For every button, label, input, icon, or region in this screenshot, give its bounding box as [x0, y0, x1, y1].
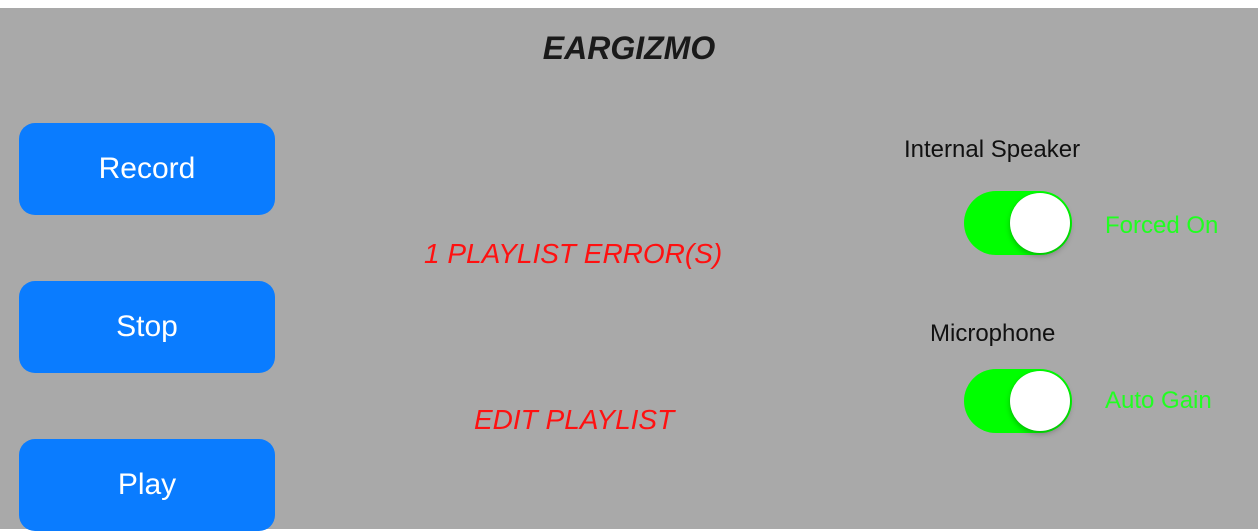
microphone-label: Microphone — [930, 320, 1056, 347]
microphone-state: Auto Gain — [1105, 387, 1212, 414]
toggle-knob — [1010, 371, 1070, 431]
play-button[interactable]: Play — [19, 439, 275, 531]
main-panel: EARGIZMO Record Stop Play 1 PLAYLIST ERR… — [0, 8, 1258, 531]
edit-playlist-link[interactable]: EDIT PLAYLIST — [474, 404, 674, 436]
internal-speaker-state: Forced On — [1105, 212, 1219, 239]
internal-speaker-label: Internal Speaker — [904, 136, 1081, 163]
app-title: EARGIZMO — [542, 30, 716, 66]
toggle-knob — [1010, 193, 1070, 253]
stop-button[interactable]: Stop — [19, 281, 275, 373]
record-button[interactable]: Record — [19, 123, 275, 215]
microphone-toggle[interactable] — [964, 369, 1072, 433]
playlist-errors-link[interactable]: 1 PLAYLIST ERROR(S) — [424, 238, 722, 270]
internal-speaker-toggle[interactable] — [964, 191, 1072, 255]
